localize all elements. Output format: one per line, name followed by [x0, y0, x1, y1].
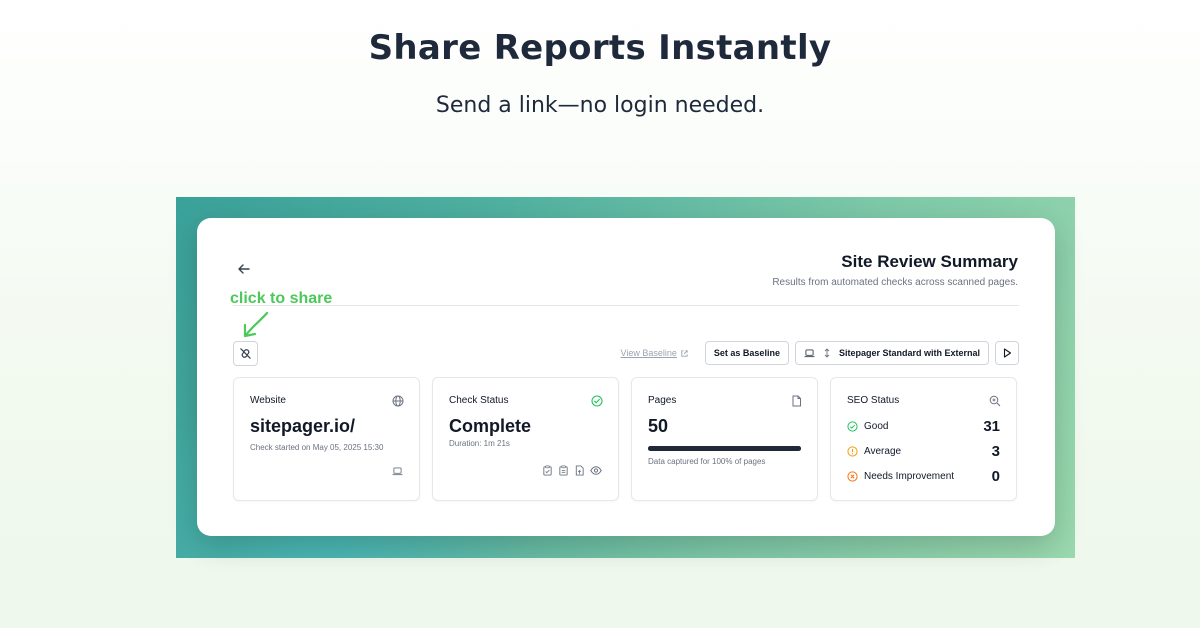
check-status-label: Check Status: [449, 395, 509, 406]
annotation-arrow-icon: [243, 311, 269, 338]
alert-circle-icon: [847, 446, 858, 457]
seo-good-row[interactable]: Good 31: [847, 414, 1000, 439]
laptop-icon: [804, 348, 815, 357]
profile-label: Sitepager Standard with External: [838, 348, 980, 358]
header-divider: [233, 305, 1019, 306]
pages-label: Pages: [648, 395, 677, 406]
website-label: Website: [250, 395, 286, 406]
link-off-icon: [240, 348, 251, 359]
view-baseline-label: View Baseline: [620, 348, 677, 358]
seo-status-card: SEO Status Good 31 Average 3 Needs Impro…: [830, 377, 1017, 501]
file-export-icon[interactable]: [574, 465, 585, 476]
sort-icon: [824, 348, 830, 358]
external-link-icon: [681, 349, 688, 357]
seo-good-label: Good: [864, 421, 889, 432]
report-toolbar: View Baseline Set as Baseline Sitepager …: [621, 341, 1019, 365]
seo-good-count: 31: [983, 418, 1000, 435]
view-baseline-link[interactable]: View Baseline: [621, 348, 689, 358]
back-arrow-icon[interactable]: [237, 262, 253, 278]
check-status-value: Complete: [449, 416, 532, 436]
pages-progress-fill: [648, 446, 801, 451]
x-circle-icon: [847, 471, 858, 482]
set-as-baseline-label: Set as Baseline: [713, 348, 780, 358]
seo-status-list: Good 31 Average 3 Needs Improvement 0: [847, 414, 1000, 489]
hero-title: Share Reports Instantly: [368, 28, 832, 68]
seo-average-label: Average: [864, 446, 902, 457]
stat-cards: Website sitepager.io/ Check started on M…: [233, 377, 1017, 501]
check-duration: Duration: 1m 21s: [449, 439, 510, 448]
share-link-button[interactable]: [233, 341, 258, 366]
clipboard-list-icon[interactable]: [558, 465, 569, 476]
play-icon: [1003, 348, 1011, 358]
website-value: sitepager.io/: [250, 416, 356, 436]
eye-icon[interactable]: [590, 465, 602, 476]
seo-needs-improvement-count: 0: [991, 468, 1000, 485]
seo-needs-improvement-row[interactable]: Needs Improvement 0: [847, 464, 1000, 489]
run-check-button[interactable]: [995, 341, 1019, 365]
check-circle-icon: [847, 421, 858, 432]
hero-subtitle: Send a link—no login needed.: [435, 93, 765, 118]
website-actions: [392, 467, 403, 476]
website-card: Website sitepager.io/ Check started on M…: [233, 377, 420, 501]
check-status-card: Check Status Complete Duration: 1m 21s: [432, 377, 619, 501]
check-actions: [542, 465, 602, 476]
clipboard-check-icon[interactable]: [542, 465, 553, 476]
profile-select[interactable]: Sitepager Standard with External: [794, 341, 989, 365]
pages-progress-bar: [648, 446, 801, 451]
pages-card: Pages 50 Data captured for 100% of pages: [631, 377, 818, 501]
page-title: Site Review Summary: [841, 252, 1018, 271]
pages-note: Data captured for 100% of pages: [648, 457, 766, 466]
set-as-baseline-button[interactable]: Set as Baseline: [704, 341, 789, 365]
search-zoom-icon: [989, 395, 1001, 407]
check-circle-icon: [591, 395, 603, 407]
website-note: Check started on May 05, 2025 15:30: [250, 443, 384, 452]
report-panel: Site Review Summary Results from automat…: [197, 218, 1055, 536]
click-to-share-annotation: click to share: [230, 290, 333, 307]
seo-average-count: 3: [991, 443, 1000, 460]
pages-value: 50: [648, 416, 669, 436]
seo-average-row[interactable]: Average 3: [847, 439, 1000, 464]
globe-icon: [392, 395, 404, 407]
seo-status-label: SEO Status: [847, 395, 900, 406]
page-subtitle: Results from automated checks across sca…: [772, 277, 1018, 288]
laptop-icon[interactable]: [392, 467, 403, 476]
seo-needs-improvement-label: Needs Improvement: [864, 471, 955, 482]
file-icon: [792, 395, 801, 407]
